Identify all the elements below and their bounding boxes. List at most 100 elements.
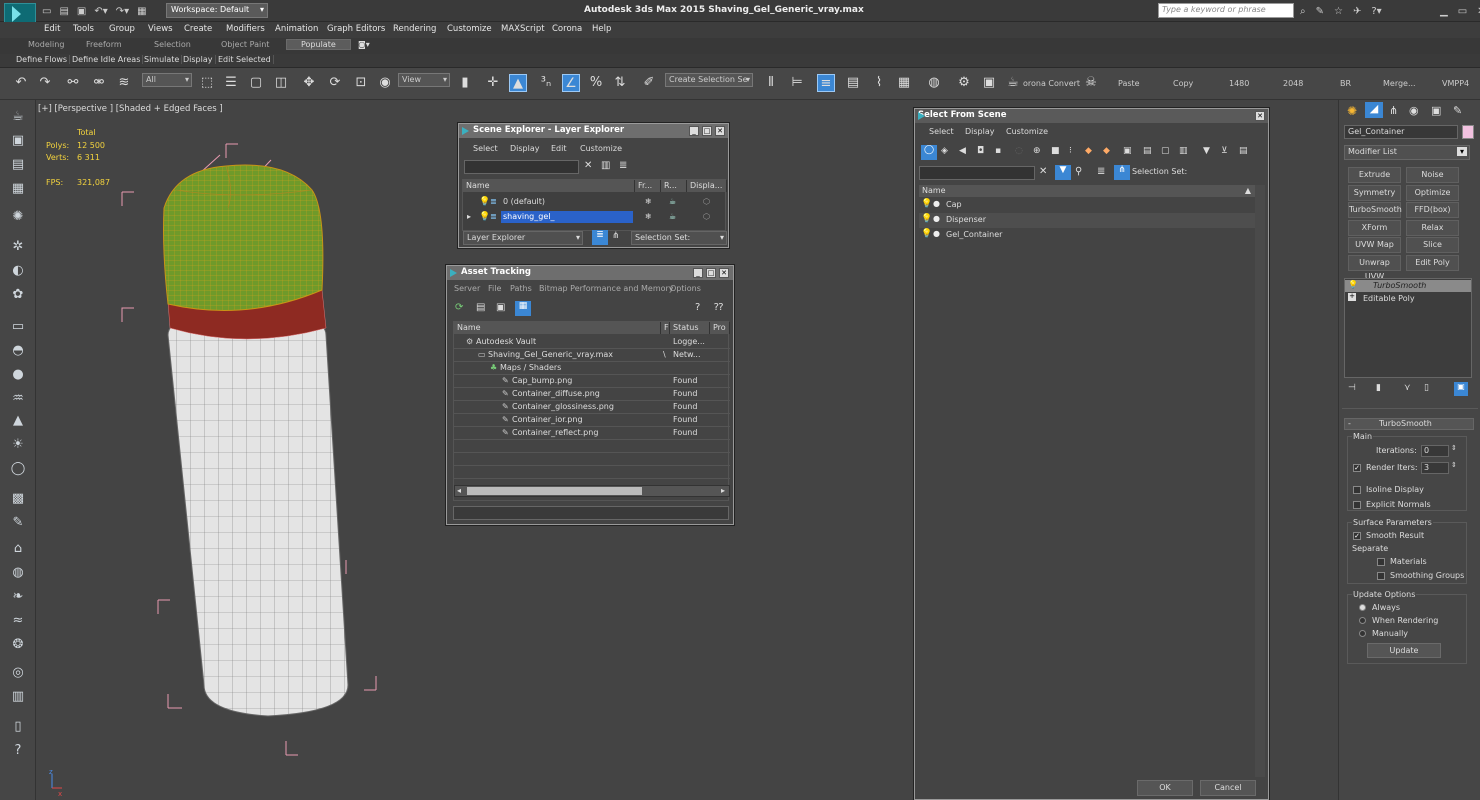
asset-tracking-title[interactable]: Asset Tracking	[447, 266, 733, 280]
freeze-icon[interactable]: ❄	[645, 197, 652, 206]
filter-icon[interactable]: ▥	[601, 160, 610, 171]
selection-filter-dropdown[interactable]: All ▾	[142, 73, 192, 87]
search-input[interactable]: Type a keyword or phrase	[1158, 3, 1294, 18]
rect-selection-icon[interactable]: ▢	[247, 74, 265, 92]
find-case-icon[interactable]: ⚲	[1075, 166, 1082, 177]
se-search-input[interactable]	[464, 160, 579, 174]
layers-icon[interactable]: ≣	[619, 160, 627, 171]
menu-customize[interactable]: Customize	[447, 24, 492, 34]
select-all-icon[interactable]: ▤	[1143, 146, 1152, 156]
make-unique-icon[interactable]: ⋎	[1404, 383, 1411, 393]
render-icon[interactable]: ▣	[9, 132, 27, 150]
skull-icon[interactable]: ☠	[1082, 74, 1100, 92]
edit-selected-button[interactable]: Edit Selected	[216, 55, 274, 64]
configure-modifier-sets-icon[interactable]: ▣	[1454, 382, 1468, 396]
column-name[interactable]: Name ▲	[919, 185, 1255, 197]
curve-editor-icon[interactable]: ⌇	[870, 74, 888, 92]
snaps-toggle-icon[interactable]: ³ₙ	[537, 74, 555, 92]
menu-corona[interactable]: Corona	[552, 24, 582, 34]
layout-icon[interactable]: ▥	[9, 688, 27, 706]
rotate-icon[interactable]: ⟳	[326, 74, 344, 92]
scroll-right-icon[interactable]: ▸	[721, 486, 725, 495]
grid-icon[interactable]: ▦	[9, 180, 27, 198]
menu-create[interactable]: Create	[184, 24, 212, 34]
mirror-icon[interactable]: ⫴	[762, 74, 780, 92]
iterations-spinner[interactable]: 0	[1421, 445, 1449, 457]
materials-checkbox[interactable]	[1377, 558, 1385, 566]
object-color-swatch[interactable]	[1462, 125, 1474, 139]
stack-item-turbosmooth[interactable]: 💡 TurboSmooth	[1345, 280, 1471, 292]
create-tab-icon[interactable]: ✺	[1347, 104, 1357, 118]
at-menu-options[interactable]: Options	[670, 284, 701, 293]
sort-arrow-icon[interactable]: ▲	[1245, 186, 1251, 195]
display-xrefs-icon[interactable]: ■	[1051, 146, 1060, 156]
display-warps-icon[interactable]: ◌	[1015, 146, 1023, 156]
light-bulb-icon[interactable]: 💡	[1348, 280, 1358, 289]
modifier-button-xform[interactable]: XForm	[1348, 219, 1401, 236]
at-menu-bitmap[interactable]: Bitmap Performance and Memory	[539, 284, 674, 293]
display-tab-icon[interactable]: ▣	[1431, 104, 1441, 117]
column-name[interactable]: Name	[463, 180, 635, 192]
filter-active-icon[interactable]: ▼	[1055, 165, 1071, 180]
select-by-name-icon[interactable]: ☰	[222, 74, 240, 92]
minimize-icon[interactable]: ▁	[1440, 6, 1448, 17]
help-icon[interactable]: ?▾	[1371, 6, 1381, 17]
cancel-button[interactable]: Cancel	[1200, 780, 1256, 796]
hierarchy-tab-icon[interactable]: ⋔	[1389, 104, 1398, 117]
hair-icon[interactable]: ≈	[9, 612, 27, 630]
modify-tab-icon[interactable]: ◢	[1365, 102, 1383, 118]
scene-explorer-title[interactable]: Scene Explorer - Layer Explorer	[459, 124, 728, 138]
maximize-icon[interactable]: □	[702, 126, 712, 136]
modifier-button-turbosmooth[interactable]: TurboSmooth	[1348, 202, 1402, 219]
select-invert-icon[interactable]: ▥	[1179, 146, 1188, 156]
display-cameras-icon[interactable]: ◘	[977, 146, 984, 156]
se-menu-display[interactable]: Display	[510, 144, 540, 153]
sphere-icon[interactable]: ●	[9, 366, 27, 384]
freeze-icon[interactable]: ❄	[645, 212, 652, 221]
asset-row[interactable]: ✎ Container_diffuse.png Found	[454, 388, 730, 401]
help-context-icon[interactable]: ⁇	[714, 302, 723, 313]
render-teapot-icon[interactable]: ☕	[1004, 74, 1022, 92]
light-bulb-icon[interactable]: 💡	[921, 199, 932, 209]
simulate-button[interactable]: Simulate	[142, 55, 183, 64]
asset-row[interactable]: ✎ Container_ior.png Found	[454, 414, 730, 427]
cone-icon[interactable]: ▲	[9, 412, 27, 430]
frame-icon[interactable]: ▤	[9, 156, 27, 174]
refresh-icon[interactable]: ⟳	[455, 302, 463, 313]
column-freeze[interactable]: Fr...	[635, 180, 661, 192]
undo-icon[interactable]: ↶▾	[94, 6, 107, 17]
ribbon-tab-populate[interactable]: Populate	[286, 39, 351, 50]
column-proxy[interactable]: Pro	[710, 322, 730, 334]
ribbon-options-icon[interactable]: ◙▾	[358, 40, 370, 49]
object-name-field[interactable]: Gel_Container	[1344, 125, 1458, 139]
remove-modifier-icon[interactable]: ▯	[1424, 383, 1429, 393]
grass-icon[interactable]: ♒	[9, 390, 27, 408]
show-end-result-icon[interactable]: ▮	[1376, 383, 1381, 393]
define-flows-button[interactable]: Define Flows	[14, 55, 71, 64]
select-manipulate-icon[interactable]: ✛	[484, 74, 502, 92]
percent-snap-icon[interactable]: %	[587, 74, 605, 92]
render-teapot-icon[interactable]: ☕	[669, 212, 676, 221]
window-crossing-icon[interactable]: ◫	[272, 74, 290, 92]
corona-convert-button[interactable]: orona Convert	[1023, 79, 1080, 88]
modifier-button-relax[interactable]: Relax	[1406, 219, 1459, 236]
ribbon-tab-selection[interactable]: Selection	[154, 40, 191, 49]
pivot-center-icon[interactable]: ▮	[456, 74, 474, 92]
align-icon[interactable]: ⊨	[788, 74, 806, 92]
se-menu-select[interactable]: Select	[473, 144, 498, 153]
menu-tools[interactable]: Tools	[73, 24, 94, 34]
display-frozen-icon[interactable]: ◆	[1103, 146, 1110, 156]
light-bulb-icon[interactable]: 💡	[921, 214, 932, 224]
asset-path-field[interactable]	[453, 506, 729, 520]
smoothing-groups-checkbox[interactable]	[1377, 572, 1385, 580]
asset-row[interactable]: ✎ Cap_bump.png Found	[454, 375, 730, 388]
unlink-icon[interactable]: ⚮	[90, 74, 108, 92]
maximize-icon[interactable]: □	[706, 268, 716, 278]
filter-clear-icon[interactable]: ▤	[1239, 146, 1248, 156]
light-bulb-icon[interactable]: 💡	[479, 197, 490, 207]
display-shapes-icon[interactable]: ◈	[941, 146, 948, 156]
copy-button[interactable]: Copy	[1173, 79, 1193, 88]
column-render[interactable]: R...	[661, 180, 687, 192]
thumbnail-view-icon[interactable]: ▣	[496, 302, 505, 313]
brush-icon[interactable]: ✎	[9, 514, 27, 532]
